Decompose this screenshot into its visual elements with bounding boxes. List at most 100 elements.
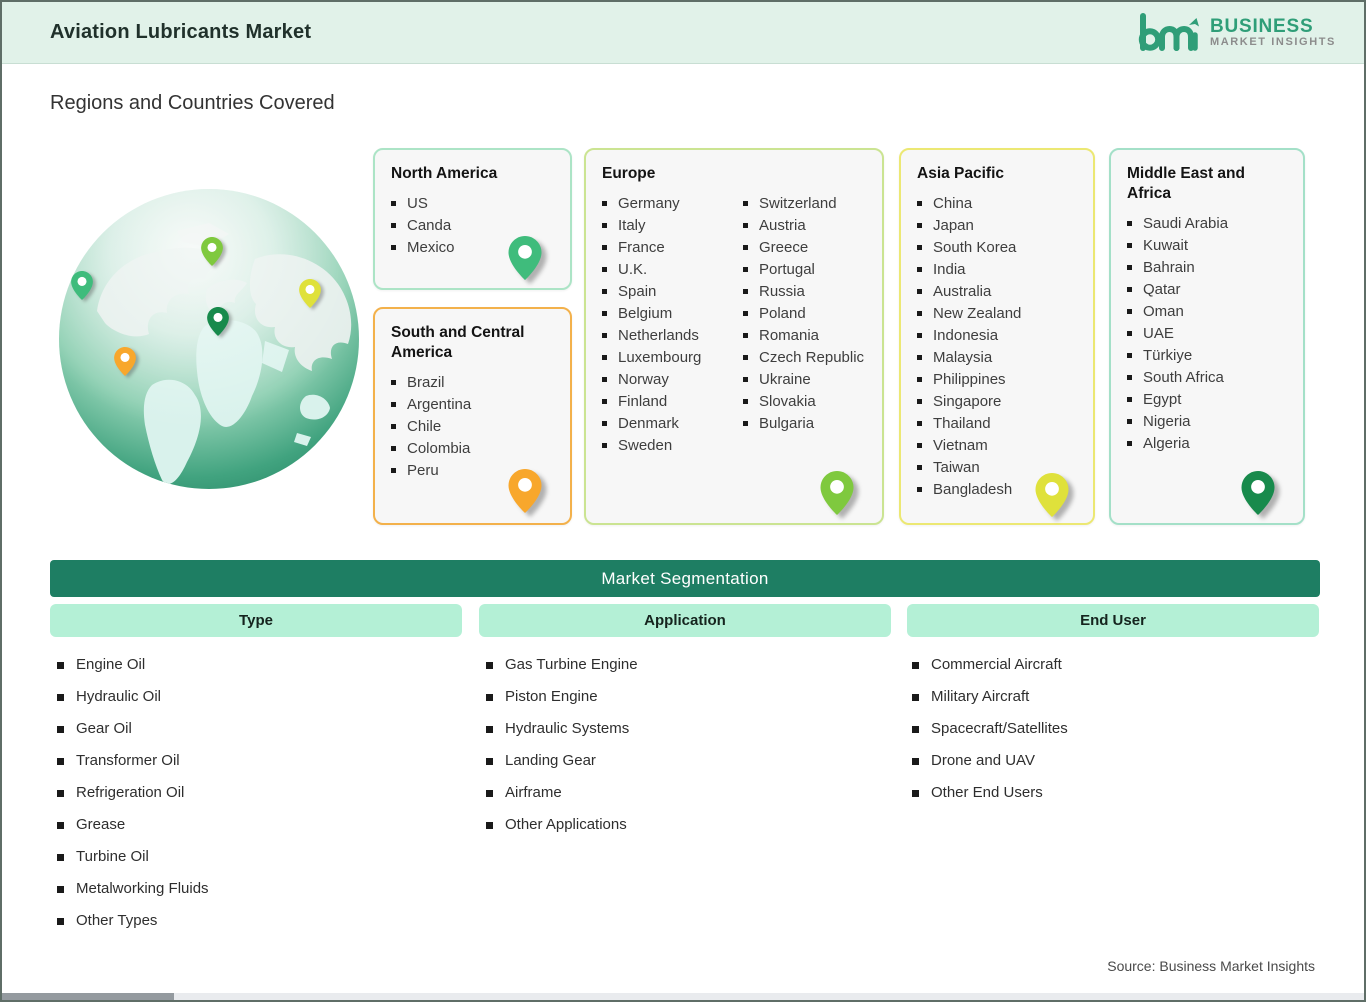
list-item: Transformer Oil bbox=[57, 752, 209, 770]
section-title: Regions and Countries Covered bbox=[50, 92, 335, 114]
list-item: Gear Oil bbox=[57, 720, 209, 738]
list-item: Egypt bbox=[1125, 389, 1289, 411]
list-item: Saudi Arabia bbox=[1125, 213, 1289, 235]
list-item: Grease bbox=[57, 816, 209, 834]
list-item: Gas Turbine Engine bbox=[486, 656, 638, 674]
list-item: Spain bbox=[600, 281, 727, 303]
list-item: Military Aircraft bbox=[912, 688, 1068, 706]
header-band: Aviation Lubricants Market BUSINESS MARK… bbox=[2, 2, 1364, 64]
list-item: Commercial Aircraft bbox=[912, 656, 1068, 674]
globe-illustration bbox=[59, 189, 359, 489]
scrollbar-thumb[interactable] bbox=[2, 993, 174, 1000]
company-logo: BUSINESS MARKET INSIGHTS bbox=[1135, 11, 1336, 55]
region-title: North America bbox=[391, 165, 498, 182]
segment-list-end-user: Commercial Aircraft Military Aircraft Spac… bbox=[912, 656, 1068, 816]
list-item: Japan bbox=[915, 215, 1079, 237]
list-item: Landing Gear bbox=[486, 752, 638, 770]
horizontal-scrollbar[interactable] bbox=[2, 993, 1364, 1000]
region-title: South and Central America bbox=[391, 324, 525, 361]
list-item: France bbox=[600, 237, 727, 259]
list-item: Belgium bbox=[600, 303, 727, 325]
list-item: Argentina bbox=[389, 394, 556, 416]
map-pin-icon bbox=[1035, 473, 1069, 517]
list-item: Australia bbox=[915, 281, 1079, 303]
segment-header-end-user: End User bbox=[907, 604, 1319, 637]
region-card-north-america: North America US Canda Mexico bbox=[373, 148, 572, 290]
list-item: Bahrain bbox=[1125, 257, 1289, 279]
list-item: Finland bbox=[600, 391, 727, 413]
list-item: Hydraulic Oil bbox=[57, 688, 209, 706]
list-item: Norway bbox=[600, 369, 727, 391]
globe-icon bbox=[59, 189, 359, 489]
list-item: Italy bbox=[600, 215, 727, 237]
segmentation-title-bar: Market Segmentation bbox=[50, 560, 1320, 597]
list-item: Greece bbox=[741, 237, 868, 259]
list-item: China bbox=[915, 193, 1079, 215]
segment-header-application: Application bbox=[479, 604, 891, 637]
map-pin-icon bbox=[820, 471, 854, 515]
country-list-col1: Germany Italy France U.K. Spain Belgium Nether… bbox=[600, 193, 727, 457]
list-item: Turbine Oil bbox=[57, 848, 209, 866]
country-list: Brazil Argentina Chile Colombia Peru bbox=[389, 372, 556, 482]
map-pin-icon bbox=[508, 469, 542, 513]
list-item: Denmark bbox=[600, 413, 727, 435]
list-item: Brazil bbox=[389, 372, 556, 394]
region-title: Europe bbox=[602, 165, 656, 182]
globe-pin-middle-east-icon bbox=[207, 307, 229, 336]
region-card-asia-pacific: Asia Pacific China Japan South Korea India A… bbox=[899, 148, 1095, 525]
list-item: Chile bbox=[389, 416, 556, 438]
segmentation-title: Market Segmentation bbox=[601, 568, 769, 588]
list-item: U.K. bbox=[600, 259, 727, 281]
list-item: South Africa bbox=[1125, 367, 1289, 389]
list-item: Sweden bbox=[600, 435, 727, 457]
list-item: Vietnam bbox=[915, 435, 1079, 457]
list-item: Qatar bbox=[1125, 279, 1289, 301]
list-item: US bbox=[389, 193, 556, 215]
list-item: Spacecraft/Satellites bbox=[912, 720, 1068, 738]
country-list-col2: Switzerland Austria Greece Portugal Russia Po… bbox=[741, 193, 868, 457]
region-card-south-central-america: South and Central America Brazil Argentin… bbox=[373, 307, 572, 525]
list-item: Slovakia bbox=[741, 391, 868, 413]
segment-header-type: Type bbox=[50, 604, 462, 637]
globe-pin-europe-icon bbox=[201, 237, 223, 266]
list-item: Other End Users bbox=[912, 784, 1068, 802]
list-item: Drone and UAV bbox=[912, 752, 1068, 770]
list-item: Canda bbox=[389, 215, 556, 237]
map-pin-icon bbox=[1241, 471, 1275, 515]
segment-list-application: Gas Turbine Engine Piston Engine Hydraulic… bbox=[486, 656, 638, 848]
source-attribution: Source: Business Market Insights bbox=[1107, 958, 1315, 974]
list-item: Oman bbox=[1125, 301, 1289, 323]
list-item: New Zealand bbox=[915, 303, 1079, 325]
country-list: Saudi Arabia Kuwait Bahrain Qatar Oman UAE Tür… bbox=[1125, 213, 1289, 455]
logo-arrow-icon bbox=[1188, 17, 1199, 26]
logo-line2: MARKET INSIGHTS bbox=[1209, 35, 1336, 48]
list-item: Singapore bbox=[915, 391, 1079, 413]
segment-list-type: Engine Oil Hydraulic Oil Gear Oil Transform… bbox=[57, 656, 209, 944]
logo-line1: BUSINESS bbox=[1209, 15, 1314, 37]
list-item: Airframe bbox=[486, 784, 638, 802]
globe-pin-south-america-icon bbox=[114, 347, 136, 376]
list-item: Switzerland bbox=[741, 193, 868, 215]
region-card-middle-east-africa: Middle East and Africa Saudi Arabia Kuwai… bbox=[1109, 148, 1305, 525]
list-item: Hydraulic Systems bbox=[486, 720, 638, 738]
country-list: China Japan South Korea India Australia New Z… bbox=[915, 193, 1079, 501]
list-item: Portugal bbox=[741, 259, 868, 281]
list-item: Engine Oil bbox=[57, 656, 209, 674]
list-item: Türkiye bbox=[1125, 345, 1289, 367]
list-item: Netherlands bbox=[600, 325, 727, 347]
globe-pin-north-america-icon bbox=[71, 271, 93, 300]
list-item: Other Types bbox=[57, 912, 209, 930]
logo-wordmark: BUSINESS MARKET INSIGHTS bbox=[1210, 17, 1336, 49]
list-item: Czech Republic bbox=[741, 347, 868, 369]
list-item: Philippines bbox=[915, 369, 1079, 391]
country-columns: Germany Italy France U.K. Spain Belgium Nether… bbox=[600, 193, 868, 457]
bmi-logo-icon bbox=[1138, 12, 1199, 51]
list-item: UAE bbox=[1125, 323, 1289, 345]
list-item: Ukraine bbox=[741, 369, 868, 391]
page-title: Aviation Lubricants Market bbox=[50, 21, 312, 43]
list-item: Refrigeration Oil bbox=[57, 784, 209, 802]
region-title: Middle East and Africa bbox=[1127, 165, 1245, 202]
list-item: Russia bbox=[741, 281, 868, 303]
list-item: Malaysia bbox=[915, 347, 1079, 369]
list-item: Algeria bbox=[1125, 433, 1289, 455]
